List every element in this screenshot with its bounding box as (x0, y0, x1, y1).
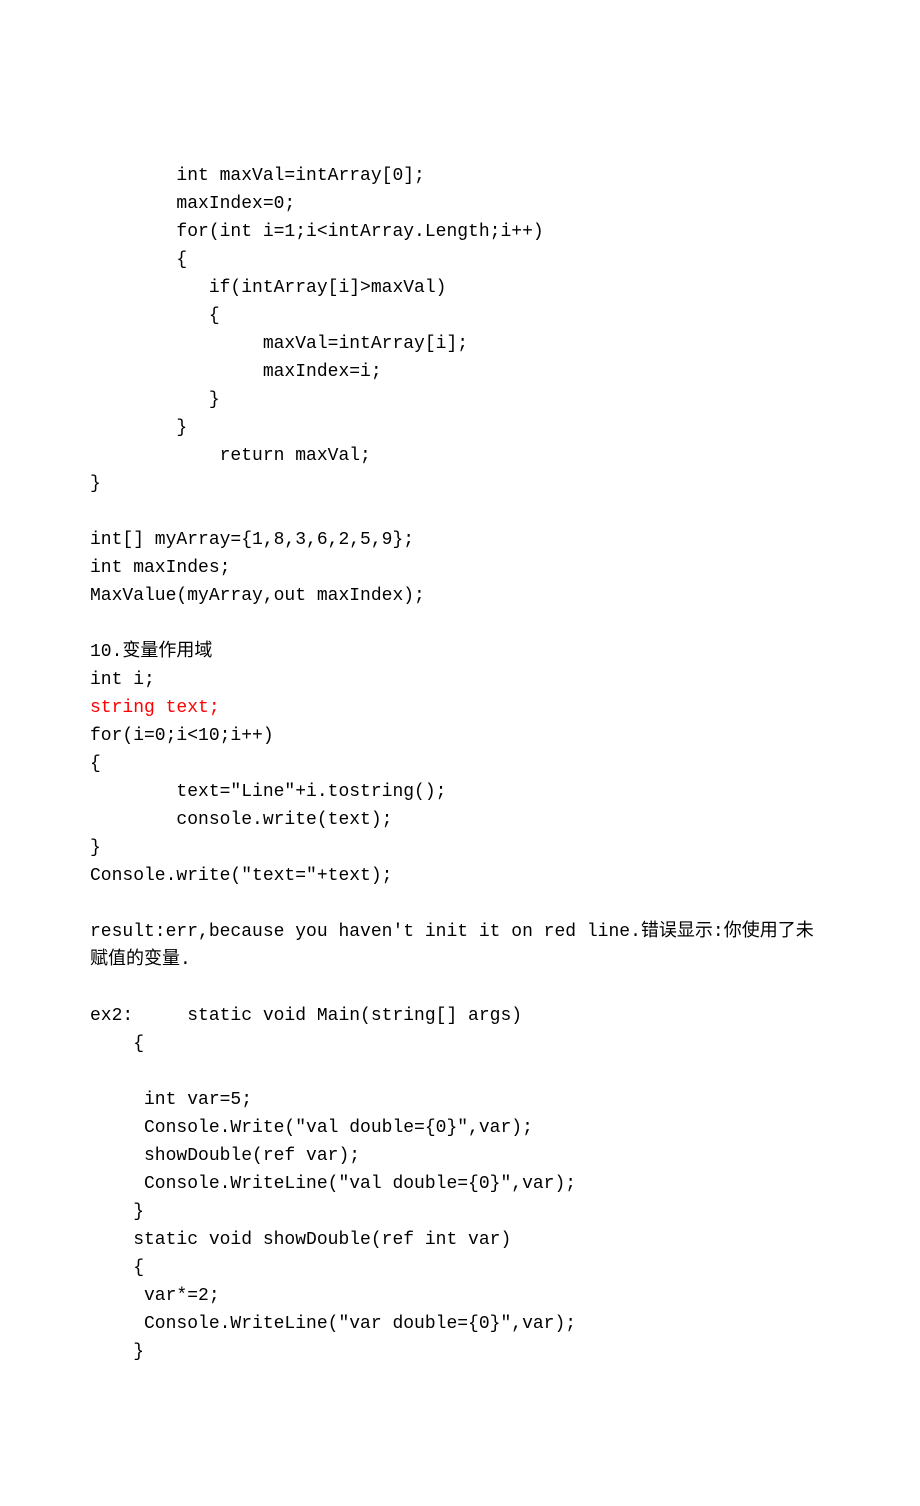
code-line: maxIndex=0; (90, 190, 830, 218)
code-line (90, 498, 830, 526)
code-line: ex2: static void Main(string[] args) (90, 1002, 830, 1030)
code-line: 10.变量作用域 (90, 638, 830, 666)
code-line: } (90, 834, 830, 862)
code-line: MaxValue(myArray,out maxIndex); (90, 582, 830, 610)
code-line: console.write(text); (90, 806, 830, 834)
code-line: { (90, 1030, 830, 1058)
code-line: for(i=0;i<10;i++) (90, 722, 830, 750)
code-line: } (90, 386, 830, 414)
code-line: } (90, 1198, 830, 1226)
code-line (90, 974, 830, 1002)
code-line: int i; (90, 666, 830, 694)
code-line (90, 1058, 830, 1086)
code-line: var*=2; (90, 1282, 830, 1310)
code-document: int maxVal=intArray[0]; maxIndex=0; for(… (90, 162, 830, 1366)
code-line: string text; (90, 694, 830, 722)
code-line: showDouble(ref var); (90, 1142, 830, 1170)
code-line: { (90, 302, 830, 330)
code-line: for(int i=1;i<intArray.Length;i++) (90, 218, 830, 246)
code-line: Console.Write("val double={0}",var); (90, 1114, 830, 1142)
code-line: int[] myArray={1,8,3,6,2,5,9}; (90, 526, 830, 554)
code-line: maxIndex=i; (90, 358, 830, 386)
code-line: } (90, 470, 830, 498)
code-line: } (90, 1338, 830, 1366)
code-line: static void showDouble(ref int var) (90, 1226, 830, 1254)
code-line: return maxVal; (90, 442, 830, 470)
code-line: Console.WriteLine("var double={0}",var); (90, 1310, 830, 1338)
code-line: int maxIndes; (90, 554, 830, 582)
code-line: } (90, 414, 830, 442)
code-line: int var=5; (90, 1086, 830, 1114)
code-line: Console.write("text="+text); (90, 862, 830, 890)
code-line: Console.WriteLine("val double={0}",var); (90, 1170, 830, 1198)
code-line: 赋值的变量. (90, 946, 830, 974)
code-line: { (90, 246, 830, 274)
code-line: maxVal=intArray[i]; (90, 330, 830, 358)
code-line: { (90, 1254, 830, 1282)
code-line: { (90, 750, 830, 778)
code-line: result:err,because you haven't init it o… (90, 918, 830, 946)
code-line (90, 610, 830, 638)
code-line (90, 890, 830, 918)
code-line: text="Line"+i.tostring(); (90, 778, 830, 806)
code-line: int maxVal=intArray[0]; (90, 162, 830, 190)
code-line: if(intArray[i]>maxVal) (90, 274, 830, 302)
